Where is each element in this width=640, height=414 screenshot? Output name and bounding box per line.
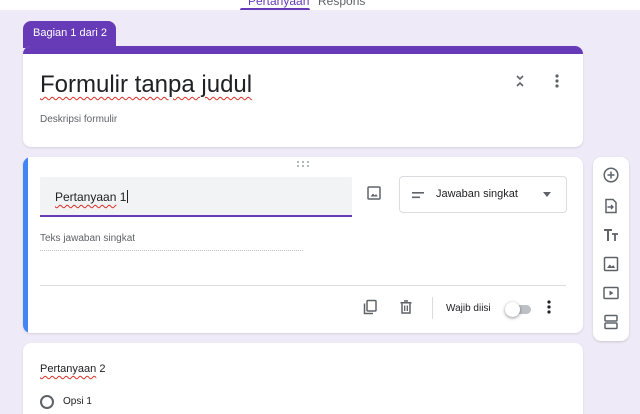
short-answer-placeholder: Teks jawaban singkat [40, 233, 303, 251]
title-card-accent-band [23, 46, 583, 54]
radio-option-1[interactable] [40, 395, 54, 409]
collapse-section-icon[interactable] [512, 73, 528, 89]
add-question-icon[interactable] [602, 166, 620, 184]
question-type-label: Jawaban singkat [436, 188, 518, 200]
active-tab-indicator [240, 8, 310, 10]
form-title[interactable]: Formulir tanpa judul [40, 71, 252, 99]
footer-vertical-separator [432, 297, 433, 319]
tab-questions[interactable]: Pertanyaan [248, 0, 309, 8]
drag-handle-icon[interactable] [296, 160, 310, 168]
floating-toolbar [593, 157, 629, 341]
question-2-title-number: 2 [96, 363, 106, 375]
question-title-text: Pertanyaan [55, 190, 117, 204]
form-title-card[interactable]: Formulir tanpa judul Deskripsi formulir [23, 46, 583, 147]
dropdown-arrow-icon [543, 192, 551, 197]
text-caret [127, 190, 129, 203]
more-vert-icon[interactable] [549, 72, 565, 90]
question-type-dropdown[interactable]: Jawaban singkat [399, 176, 567, 213]
question-2-title-text: Pertanyaan [40, 363, 97, 375]
option-1-label[interactable]: Opsi 1 [63, 396, 92, 407]
video-icon[interactable] [602, 284, 620, 302]
question-title-input[interactable]: Pertanyaan 1 [40, 177, 352, 217]
active-card-indicator [23, 157, 28, 333]
question-2-title: Pertanyaan 2 [40, 363, 105, 375]
short-text-icon [412, 189, 424, 201]
form-description-field[interactable]: Deskripsi formulir [40, 114, 117, 125]
image-icon[interactable] [602, 255, 620, 273]
question-more-vert-icon[interactable] [543, 299, 555, 315]
add-section-icon[interactable] [602, 313, 620, 331]
tab-responses[interactable]: Respons [318, 0, 365, 8]
add-image-icon[interactable] [366, 185, 382, 201]
question-card-2[interactable]: Pertanyaan 2 Opsi 1 [23, 343, 583, 414]
section-label: Bagian 1 dari 2 [23, 21, 116, 48]
question-card-1[interactable]: Pertanyaan 1 Jawaban singkat Teks jawaba… [23, 157, 583, 333]
trash-icon[interactable] [398, 299, 414, 315]
duplicate-icon[interactable] [362, 299, 378, 315]
required-toggle[interactable] [505, 302, 531, 317]
import-questions-icon[interactable] [602, 197, 620, 215]
top-tab-bar: Pertanyaan Respons [0, 0, 640, 10]
title-text-icon[interactable] [602, 226, 620, 244]
required-label: Wajib diisi [446, 303, 491, 314]
question-title-number: 1 [116, 190, 127, 204]
required-toggle-thumb [505, 302, 520, 317]
card-footer-divider [40, 285, 566, 286]
